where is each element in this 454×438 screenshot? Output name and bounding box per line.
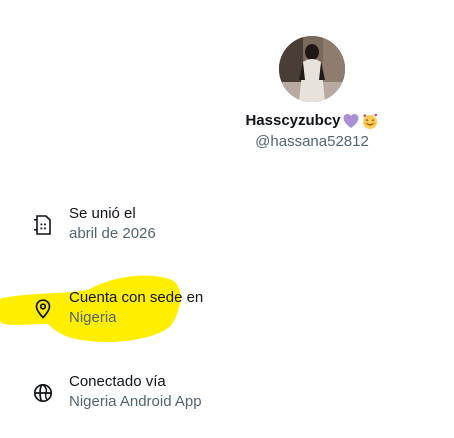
purple-heart-icon — [342, 112, 360, 130]
joined-label: Se unió el — [69, 205, 136, 222]
location-value: Nigeria — [69, 309, 117, 326]
globe-icon — [30, 380, 56, 406]
connected-label: Conectado vía — [69, 373, 166, 390]
location-pin-icon — [30, 296, 56, 322]
connected-info-row: Conectado vía Nigeria Android App — [30, 372, 202, 412]
display-name[interactable]: Hasscyzubcy — [245, 111, 378, 131]
account-info-page: Hasscyzubcy @hassana52812 Se unió el abr… — [0, 0, 454, 438]
location-label: Cuenta con sede en — [69, 289, 204, 306]
joined-value: abril de 2026 — [69, 225, 156, 242]
avatar[interactable] — [279, 36, 345, 102]
profile-header: Hasscyzubcy @hassana52812 — [180, 36, 444, 152]
joined-info-row: Se unió el abril de 2026 — [30, 204, 156, 244]
connected-value: Nigeria Android App — [69, 393, 202, 410]
username-handle[interactable]: @hassana52812 — [255, 132, 369, 152]
display-name-text: Hasscyzubcy — [245, 112, 341, 129]
smiling-face-with-hearts-icon — [361, 112, 379, 130]
calendar-icon — [30, 212, 56, 238]
location-info-row: Cuenta con sede en Nigeria — [30, 288, 203, 328]
